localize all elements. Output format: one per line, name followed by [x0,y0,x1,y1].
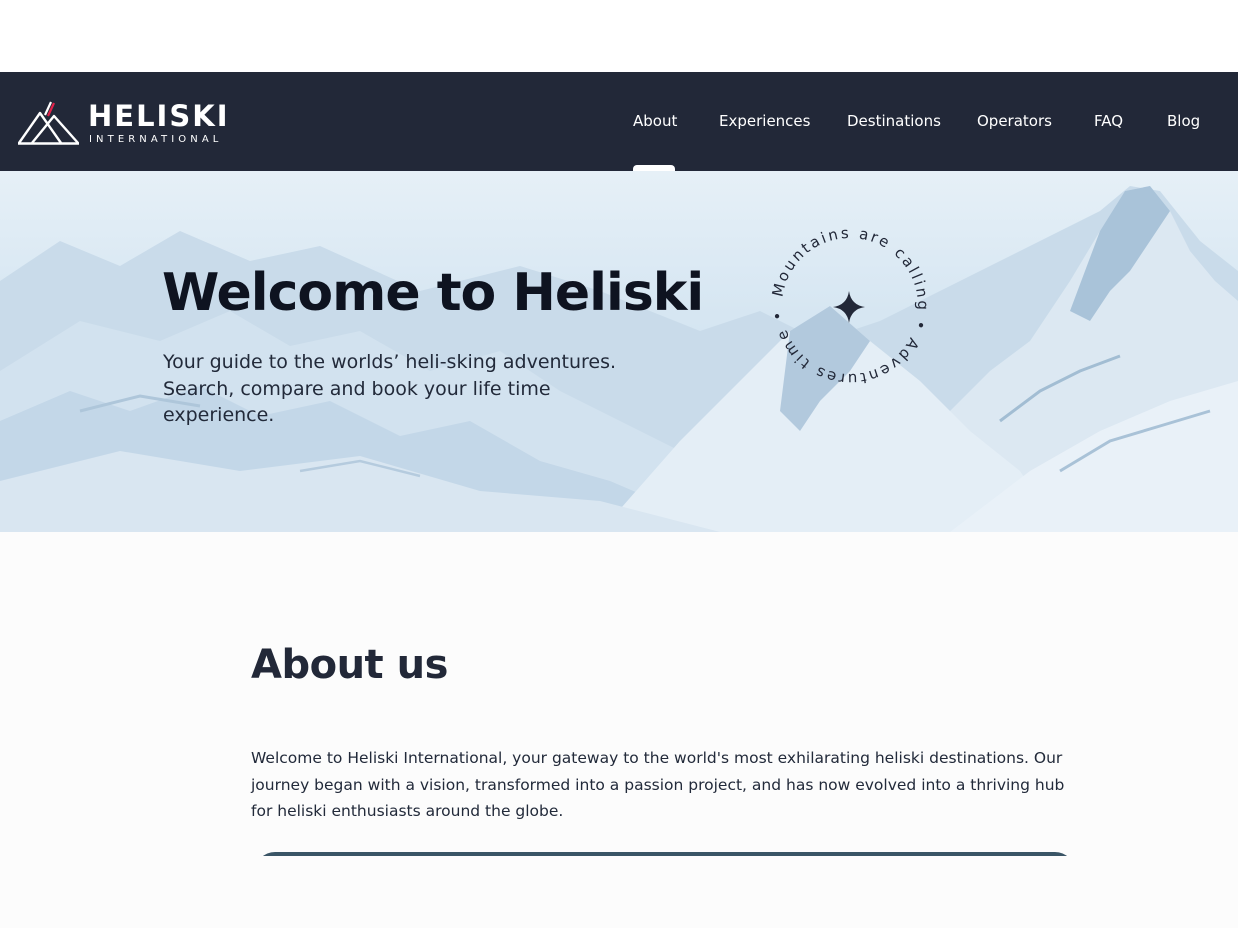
bottom-spacer [0,856,1238,928]
brand-name: HELISKI [88,99,230,133]
nav-item-faq[interactable]: FAQ [1094,109,1123,133]
site-header: HELISKI INTERNATIONAL About Experiences … [0,72,1238,171]
brand-tagline: INTERNATIONAL [89,134,223,145]
sparkle-star-icon [833,291,865,323]
nav-item-about[interactable]: About [633,109,677,133]
hero-section: Welcome to Heliski Your guide to the wor… [0,171,1238,532]
brand-logo[interactable]: HELISKI INTERNATIONAL [18,100,228,148]
top-spacer [0,0,1238,72]
about-body: Welcome to Heliski International, your g… [251,749,1065,820]
nav-item-experiences[interactable]: Experiences [719,109,810,133]
nav-item-destinations[interactable]: Destinations [847,109,941,133]
nav-item-blog[interactable]: Blog [1167,109,1200,133]
hero-title: Welcome to Heliski [162,263,704,323]
about-title: About us [251,642,448,688]
rotating-badge: Mountains are calling • Adventures time … [768,224,930,388]
hero-subtitle: Your guide to the worlds’ heli-sking adv… [163,351,617,426]
about-section: About us Welcome to Heliski Internationa… [0,532,1238,892]
mountain-logo-icon [18,101,79,145]
nav-item-operators[interactable]: Operators [977,109,1052,133]
